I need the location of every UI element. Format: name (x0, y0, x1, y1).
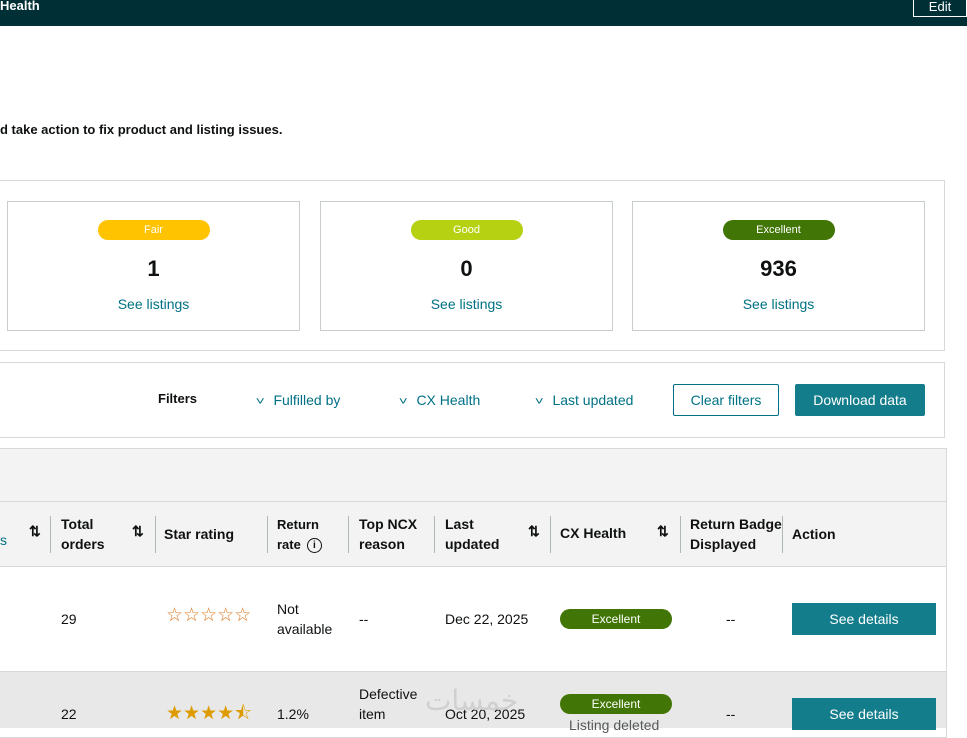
excellent-badge: Excellent (722, 220, 835, 240)
top-ncx-header-line2: reason (359, 536, 405, 552)
return-badge-header-line1: Return Badge (690, 516, 782, 532)
page-subtitle: d take action to fix product and listing… (0, 122, 283, 137)
fulfilled-by-label: Fulfilled by (273, 392, 341, 408)
last-updated-cell: Dec 22, 2025 (445, 611, 529, 627)
chevron-down-icon: ˅ (534, 396, 544, 408)
download-data-button[interactable]: Download data (795, 384, 925, 416)
clear-filters-button[interactable]: Clear filters (673, 384, 779, 416)
total-orders-header-line1: Total (61, 516, 94, 532)
chevron-down-icon: ˅ (255, 396, 265, 408)
column-divider (348, 516, 349, 553)
return-badge-header-line2: Displayed (690, 536, 757, 552)
column-divider (782, 516, 783, 553)
excellent-see-listings-link[interactable]: See listings (633, 296, 924, 312)
good-badge: Good (410, 220, 523, 240)
table-toolbar (0, 449, 946, 501)
cx-health-label: CX Health (416, 392, 481, 408)
star-rating-icon: ☆☆☆☆☆ (166, 605, 252, 626)
top-ncx-header-line1: Top NCX (359, 516, 418, 532)
total-orders-cell: 22 (61, 706, 77, 722)
edit-button[interactable]: Edit (913, 0, 967, 17)
star-rating-icon: ★★★★⯪ (166, 703, 253, 724)
top-ncx-cell-line2: item (359, 706, 386, 722)
fair-card: Fair 1 See listings (7, 201, 300, 331)
filters-label: Filters (158, 391, 198, 406)
total-orders-header-line2: orders (61, 536, 105, 552)
return-rate-cell: Not (277, 601, 299, 617)
top-ncx-cell: -- (359, 611, 369, 627)
return-rate-cell-line2: available (277, 621, 333, 637)
cx-health-header: CX Health (560, 525, 627, 541)
return-badge-cell: -- (726, 706, 736, 722)
return-rate-cell: 1.2% (277, 706, 309, 722)
last-updated-header-line2: updated (445, 536, 500, 552)
column-divider (434, 516, 435, 553)
fair-see-listings-link[interactable]: See listings (8, 296, 299, 312)
partial-column-header: s (0, 532, 7, 548)
good-see-listings-link[interactable]: See listings (321, 296, 612, 312)
return-rate-header-line2: rate i (277, 535, 322, 555)
good-count: 0 (460, 256, 473, 281)
top-ncx-cell: Defective (359, 686, 418, 702)
last-updated-dropdown[interactable]: ˅ Last updated (534, 392, 634, 408)
column-divider (155, 516, 156, 553)
sort-icon[interactable]: ⇅ (132, 523, 144, 540)
return-badge-cell: -- (726, 611, 736, 627)
info-icon[interactable]: i (306, 538, 322, 554)
fair-count: 1 (147, 256, 160, 281)
cx-health-badge: Excellent (560, 694, 672, 714)
listing-deleted-note: Listing deleted (569, 717, 660, 733)
last-updated-header-line1: Last (445, 516, 474, 532)
good-card: Good 0 See listings (320, 201, 613, 331)
top-bar: Health Edit (0, 0, 967, 26)
last-updated-label: Last updated (552, 392, 634, 408)
column-divider (680, 516, 681, 553)
action-header: Action (792, 526, 836, 542)
excellent-count: 936 (760, 256, 797, 281)
see-details-button[interactable]: See details (792, 698, 936, 730)
column-divider (267, 516, 268, 553)
fair-badge: Fair (97, 220, 210, 240)
fulfilled-by-dropdown[interactable]: ˅ Fulfilled by (255, 392, 341, 408)
cx-health-badge: Excellent (560, 609, 672, 629)
return-rate-header-text: rate (277, 537, 301, 552)
total-orders-cell: 29 (61, 611, 77, 627)
excellent-card: Excellent 936 See listings (632, 201, 925, 331)
return-rate-header-line1: Return (277, 517, 319, 532)
watermark-text: خمسات (425, 684, 519, 717)
sort-icon[interactable]: ⇅ (528, 523, 540, 540)
see-details-button[interactable]: See details (792, 603, 936, 635)
chevron-down-icon: ˅ (398, 396, 408, 408)
sort-icon[interactable]: ⇅ (29, 523, 41, 540)
star-rating-header: Star rating (164, 526, 235, 542)
page-header-title: Health (0, 0, 40, 13)
sort-icon[interactable]: ⇅ (657, 523, 669, 540)
column-divider (50, 516, 51, 553)
cx-health-dropdown[interactable]: ˅ CX Health (398, 392, 481, 408)
column-divider (550, 516, 551, 553)
